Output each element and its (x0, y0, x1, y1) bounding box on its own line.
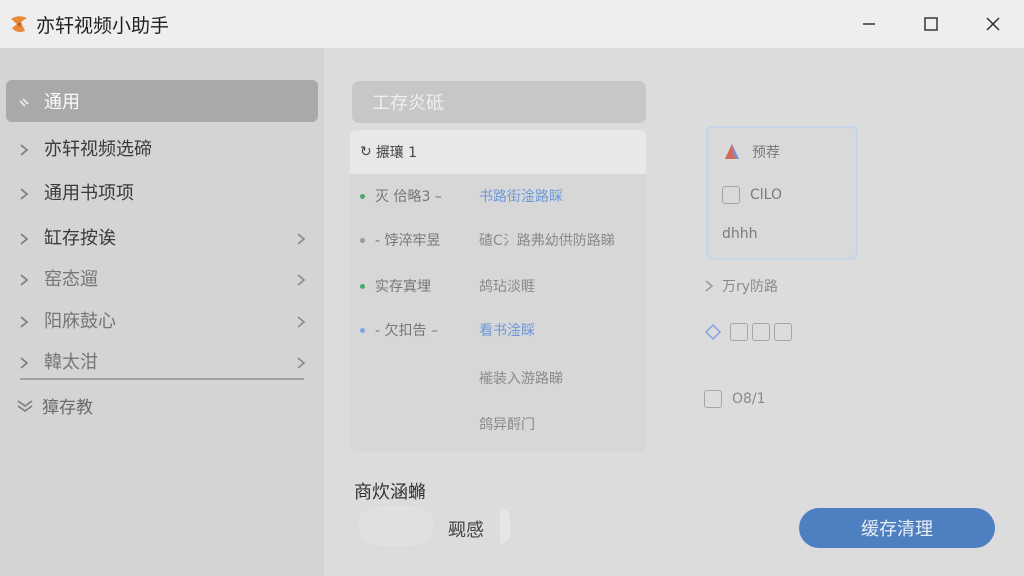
sidebar-item-general[interactable]: 通用 (6, 80, 318, 122)
list-item-label: 灭 佮略3 – (375, 189, 442, 205)
fx-row-2[interactable] (704, 323, 796, 341)
list-item[interactable]: - 饽淬牢昱 碴C氵路弗幼供防路睇 (350, 218, 646, 262)
key-box[interactable] (730, 323, 748, 341)
section-title: 商炊涵䗛 (354, 482, 426, 503)
close-icon (986, 17, 1000, 31)
sidebar-item-label: 通用书项项 (44, 183, 134, 204)
window-controls (838, 0, 1024, 48)
card-field: ClLO (750, 187, 782, 203)
brand-triangle-icon (725, 144, 739, 159)
toggle-edge (500, 508, 510, 544)
card-field-row: ClLO (722, 186, 782, 204)
list-item[interactable]: 鸽异酹门 (350, 402, 646, 446)
chevron-right-icon (18, 185, 30, 200)
toggle-label: 觋感 (448, 520, 484, 541)
list-item[interactable]: 灭 佮略3 – 书路街淦路睬 (350, 174, 646, 218)
list-item-value: 碴C氵路弗幼供防路睇 (479, 233, 615, 249)
sidebar-item-label: 韓太泔 (44, 352, 98, 373)
status-dot-icon (360, 193, 365, 199)
submenu-arrow-icon (296, 230, 306, 245)
window-title: 亦轩视频小助手 (36, 14, 170, 37)
field-box-icon (722, 186, 740, 204)
submenu-arrow-icon (296, 313, 306, 328)
card-title: 预荐 (752, 145, 780, 161)
sidebar-item-3[interactable]: 缸存按诶 (6, 216, 318, 258)
key-box[interactable] (774, 323, 792, 341)
chevron-right-icon (18, 313, 30, 328)
minimize-icon (863, 23, 875, 25)
fx-row-label: 万ry防路 (722, 279, 779, 295)
submenu-arrow-icon (296, 354, 306, 369)
double-chevron-down-icon (17, 399, 33, 412)
list-item-value: 鸪玷淡睚 (479, 279, 535, 295)
list-item[interactable]: 褦装入游路睇 (350, 356, 646, 400)
key-box[interactable] (752, 323, 770, 341)
sidebar-item-label: 通用 (44, 92, 80, 113)
panel-header[interactable]: 工存炎砥 (352, 81, 646, 123)
chevron-right-icon (18, 141, 30, 156)
chevron-icon (705, 280, 714, 292)
title-bar: 亦轩视频小助手 (0, 0, 1024, 48)
status-dot-icon (360, 237, 365, 243)
app-logo-icon (11, 16, 27, 32)
diamond-icon (704, 323, 722, 341)
checkbox-icon[interactable] (704, 390, 722, 408)
maximize-button[interactable] (900, 0, 962, 48)
fx-row-label: O8/1 (732, 391, 766, 407)
list-item-value: 鸽异酹门 (479, 417, 535, 433)
main-content: 工存炎砥 ↻ 搌瓖 1 灭 佮略3 – 书路街淦路睬 - 饽淬牢昱 碴C氵路弗幼… (324, 48, 1024, 576)
list-header-label: 搌瓖 1 (375, 145, 418, 161)
sidebar-item-5[interactable]: 阳庥鼓心 (6, 299, 318, 341)
list-item-label: - 饽淬牢昱 (375, 233, 441, 249)
sidebar-divider (20, 378, 304, 380)
close-button[interactable] (962, 0, 1024, 48)
sidebar-item-label: 缸存按诶 (44, 228, 116, 249)
status-dot-icon (360, 327, 365, 333)
sidebar-item-6[interactable]: 韓太泔 (6, 340, 318, 382)
sidebar-footer[interactable]: 獐存教 (16, 393, 93, 418)
list-item-value[interactable]: 书路街淦路睬 (479, 186, 563, 206)
preview-card[interactable]: 预荐 ClLO dhhh (706, 126, 858, 260)
sidebar-item-label: 亦轩视频选碲 (44, 139, 152, 160)
sidebar-item-label: 阳庥鼓心 (44, 311, 116, 332)
refresh-icon: ↻ (360, 144, 372, 160)
sidebar-item-label: 窑态遛 (44, 269, 98, 290)
minimize-button[interactable] (838, 0, 900, 48)
list-item-value[interactable]: 看书淦睬 (479, 320, 535, 340)
toggle-switch[interactable] (358, 506, 434, 546)
fx-row-3[interactable]: O8/1 (704, 390, 766, 408)
list-item-label: - 欠扣告 – (375, 323, 438, 339)
status-dot-icon (360, 283, 365, 289)
sidebar: 通用 亦轩视频选碲 通用书项项 缸存按诶 窑态遛 阳庥鼓心 韓太泔 獐存教 (0, 48, 324, 576)
list-item-value: 褦装入游路睇 (479, 371, 563, 387)
sidebar-item-2[interactable]: 通用书项项 (6, 171, 318, 213)
sidebar-footer-label: 獐存教 (42, 398, 93, 418)
chevron-right-icon (18, 230, 30, 245)
submenu-arrow-icon (296, 271, 306, 286)
fx-row-1[interactable]: 万ry防路 (704, 276, 778, 296)
card-extra: dhhh (722, 226, 758, 242)
list-header[interactable]: ↻ 搌瓖 1 (350, 130, 646, 174)
collapse-icon (18, 94, 30, 108)
maximize-icon (924, 17, 938, 31)
settings-list: ↻ 搌瓖 1 灭 佮略3 – 书路街淦路睬 - 饽淬牢昱 碴C氵路弗幼供防路睇 … (350, 130, 646, 452)
sidebar-item-4[interactable]: 窑态遛 (6, 257, 318, 299)
card-title-row: 预荐 (722, 142, 780, 162)
clear-cache-button[interactable]: 缓存清理 (799, 508, 995, 548)
chevron-right-icon (18, 354, 30, 369)
list-item[interactable]: - 欠扣告 – 看书淦睬 (350, 308, 646, 352)
list-item[interactable]: 实存寘埋 鸪玷淡睚 (350, 264, 646, 308)
sidebar-item-1[interactable]: 亦轩视频选碲 (6, 127, 318, 169)
card-extra-row: dhhh (722, 226, 758, 242)
list-item-label: 实存寘埋 (375, 279, 431, 295)
chevron-right-icon (18, 271, 30, 286)
